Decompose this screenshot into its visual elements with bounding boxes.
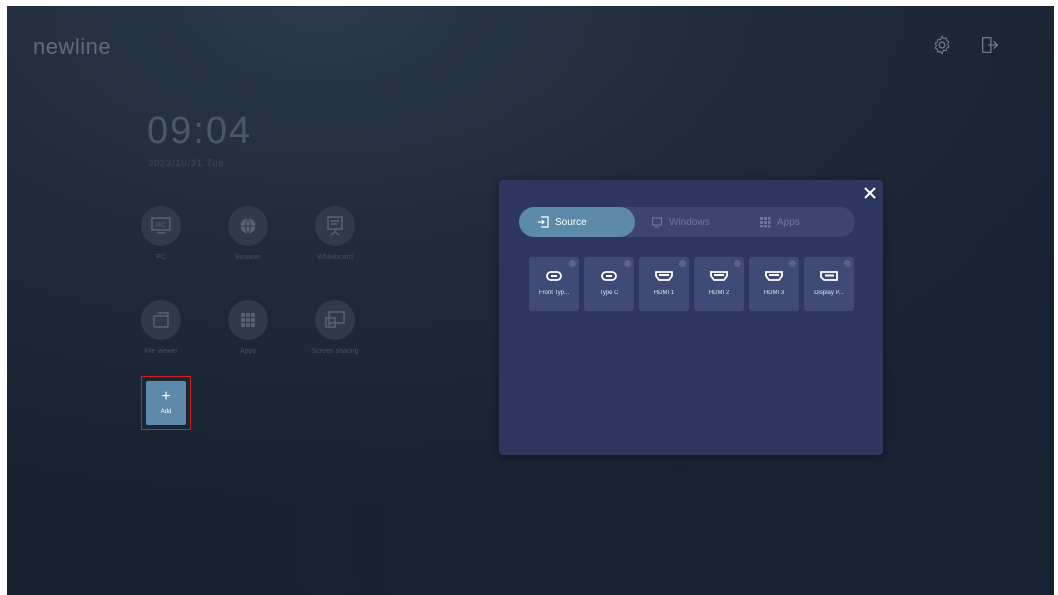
info-badge[interactable]: [624, 260, 631, 267]
app-whiteboard[interactable]: Whiteboard: [295, 206, 375, 261]
source-label: Type C: [599, 290, 619, 296]
clock-time: 09:04: [147, 110, 253, 152]
monitor-icon: [651, 217, 663, 228]
source-label: Front Typ...: [538, 290, 570, 296]
folder-icon: [153, 312, 169, 328]
hdmi-icon: [765, 271, 783, 281]
globe-icon: [240, 218, 256, 234]
usb-c-icon: [546, 271, 562, 281]
app-file-viewer[interactable]: File viewer: [121, 300, 201, 355]
app-label: Screen sharing: [311, 348, 359, 355]
app-apps[interactable]: Apps: [208, 300, 288, 355]
info-badge[interactable]: [734, 260, 741, 267]
source-panel: Source Windows Apps Front Typ... Type C …: [499, 180, 883, 455]
tab-source[interactable]: Source: [519, 207, 635, 237]
settings-icon[interactable]: [931, 34, 953, 56]
plus-icon: +: [161, 388, 171, 405]
add-highlight-frame: + Add: [141, 376, 191, 430]
grid-icon: [241, 313, 255, 327]
info-badge[interactable]: [844, 260, 851, 267]
source-displayport[interactable]: Display P...: [804, 257, 854, 311]
source-hdmi-3[interactable]: HDMI 3: [749, 257, 799, 311]
app-label: PC: [156, 254, 166, 261]
app-label: File viewer: [144, 348, 178, 355]
info-badge[interactable]: [569, 260, 576, 267]
source-label: Display P...: [814, 290, 844, 296]
source-hdmi-2[interactable]: HDMI 2: [694, 257, 744, 311]
add-button[interactable]: + Add: [146, 381, 186, 425]
app-browser[interactable]: Browser: [208, 206, 288, 261]
tab-source-label: Source: [555, 216, 587, 228]
tab-windows[interactable]: Windows: [651, 207, 710, 237]
app-label: Apps: [240, 348, 256, 355]
tab-apps-label: Apps: [777, 216, 800, 228]
grid-icon: [760, 217, 771, 228]
usb-c-icon: [601, 271, 617, 281]
add-label: Add: [160, 409, 172, 415]
whiteboard-icon: [327, 216, 343, 236]
app-label: Browser: [235, 254, 261, 261]
hdmi-icon: [710, 271, 728, 281]
panel-tab-bar: Source Windows Apps: [519, 207, 855, 237]
pc-icon: PC: [151, 217, 171, 234]
source-input-icon: [538, 216, 549, 228]
app-label: Whiteboard: [317, 254, 353, 261]
tab-windows-label: Windows: [669, 216, 710, 228]
source-label: HDMI 2: [708, 290, 730, 296]
info-badge[interactable]: [789, 260, 796, 267]
screen-share-icon: [325, 311, 345, 328]
hdmi-icon: [655, 271, 673, 281]
newline-logo: newline: [33, 34, 112, 59]
sign-out-icon[interactable]: [979, 34, 1001, 56]
close-icon[interactable]: [863, 186, 877, 200]
app-screen-sharing[interactable]: Screen sharing: [295, 300, 375, 355]
source-label: HDMI 1: [653, 290, 675, 296]
clock-date: 2023/10/31 Tue: [148, 158, 225, 168]
home-screen: newline 09:04 2023/10/31 Tue PC PC Brows…: [7, 6, 1054, 595]
source-type-c[interactable]: Type C: [584, 257, 634, 311]
app-pc[interactable]: PC PC: [121, 206, 201, 261]
source-hdmi-1[interactable]: HDMI 1: [639, 257, 689, 311]
info-badge[interactable]: [679, 260, 686, 267]
svg-text:PC: PC: [156, 223, 166, 230]
displayport-icon: [820, 271, 838, 281]
tab-apps[interactable]: Apps: [759, 207, 800, 237]
source-label: HDMI 3: [763, 290, 785, 296]
source-front-type-c[interactable]: Front Typ...: [529, 257, 579, 311]
